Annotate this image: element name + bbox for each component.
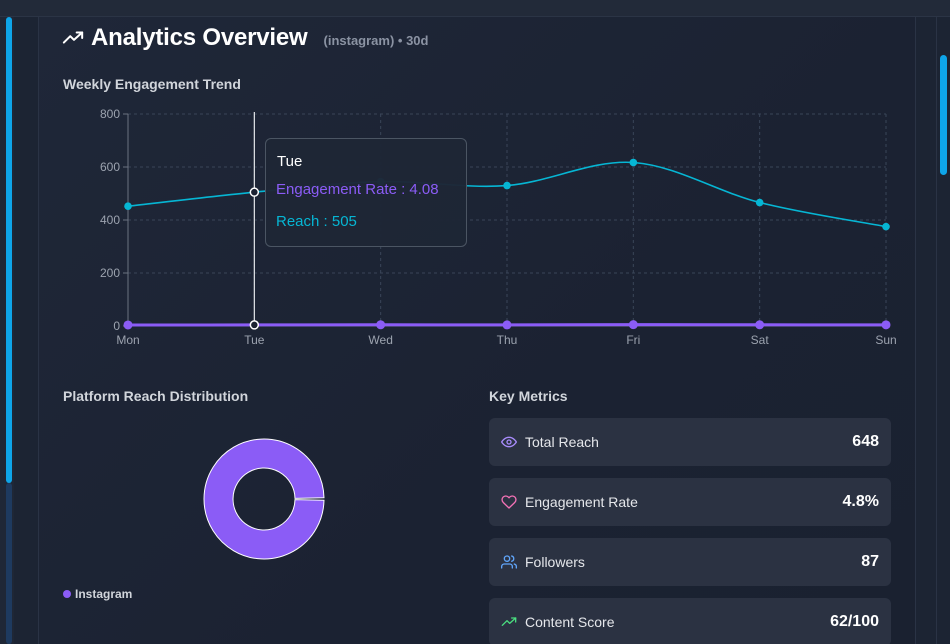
tooltip-engagement: Engagement Rate : 4.08 xyxy=(276,181,439,198)
y-tick-label: 0 xyxy=(113,319,120,333)
engagement-section-title: Weekly Engagement Trend xyxy=(63,76,241,92)
left-scrollbar-track[interactable] xyxy=(6,483,12,644)
data-point-reach-active xyxy=(249,187,260,197)
chart-legend[interactable]: Instagram xyxy=(63,587,132,601)
x-tick-label: Fri xyxy=(626,333,640,347)
trending-up-icon xyxy=(62,31,84,44)
data-point-reach xyxy=(124,202,132,211)
data-point-engagement-rate xyxy=(628,320,638,330)
data-point-reach xyxy=(882,222,890,231)
metric-value: 648 xyxy=(852,433,879,450)
eye-icon xyxy=(501,434,517,450)
x-tick-label: Mon xyxy=(116,333,139,347)
y-tick-label: 200 xyxy=(100,266,120,280)
x-tick-label: Sun xyxy=(875,333,896,347)
y-tick-label: 600 xyxy=(100,160,120,174)
page-title: Analytics Overview xyxy=(91,24,308,51)
users-icon xyxy=(501,554,517,570)
data-point-engagement-rate xyxy=(755,320,765,330)
data-point-engagement-rate-active xyxy=(249,320,260,330)
metric-value: 62/100 xyxy=(830,613,879,630)
metric-value: 87 xyxy=(861,553,879,570)
analytics-header: Analytics Overview (instagram) • 30d xyxy=(62,22,428,54)
metric-label: Engagement Rate xyxy=(525,494,638,510)
data-point-reach xyxy=(629,158,638,167)
key-metrics-title: Key Metrics xyxy=(489,388,568,404)
x-tick-label: Thu xyxy=(497,333,518,347)
data-point-engagement-rate xyxy=(502,320,512,330)
metric-label: Total Reach xyxy=(525,434,599,450)
trending-up-icon xyxy=(501,614,517,630)
right-scrollbar-thumb[interactable] xyxy=(940,55,947,175)
data-point-engagement-rate xyxy=(123,320,133,330)
legend-dot-instagram xyxy=(63,590,71,598)
x-tick-label: Tue xyxy=(244,333,265,347)
left-scrollbar-thumb[interactable] xyxy=(6,17,12,483)
chart-tooltip: Tue Engagement Rate : 4.08 Reach : 505 xyxy=(265,138,467,247)
pie-slice-instagram xyxy=(203,438,325,560)
data-point-engagement-rate xyxy=(376,320,386,330)
metric-label: Followers xyxy=(525,554,585,570)
metric-value: 4.8% xyxy=(842,493,879,510)
metric-total-reach[interactable]: Total Reach 648 xyxy=(489,418,891,466)
x-tick-label: Wed xyxy=(368,333,392,347)
metric-content-score[interactable]: Content Score 62/100 xyxy=(489,598,891,644)
y-tick-label: 400 xyxy=(100,213,120,227)
legend-label-instagram: Instagram xyxy=(75,587,133,601)
metric-engagement-rate[interactable]: Engagement Rate 4.8% xyxy=(489,478,891,526)
metric-followers[interactable]: Followers 87 xyxy=(489,538,891,586)
data-point-reach xyxy=(755,198,764,207)
heart-icon xyxy=(501,494,517,510)
x-tick-label: Sat xyxy=(751,333,770,347)
data-point-engagement-rate xyxy=(881,320,891,330)
top-bar xyxy=(0,0,950,17)
data-point-reach xyxy=(503,181,511,190)
page-subtitle: (instagram) • 30d xyxy=(323,32,429,48)
y-tick-label: 800 xyxy=(100,107,120,121)
tooltip-title: Tue xyxy=(277,153,303,170)
engagement-line-chart[interactable]: 0 200 400 600 800 Mon Tue Wed Thu Fri Sat Sun xyxy=(90,100,900,360)
platform-donut-chart[interactable] xyxy=(202,437,326,561)
metric-label: Content Score xyxy=(525,614,615,630)
distribution-section-title: Platform Reach Distribution xyxy=(63,388,249,404)
tooltip-reach: Reach : 505 xyxy=(276,213,357,230)
